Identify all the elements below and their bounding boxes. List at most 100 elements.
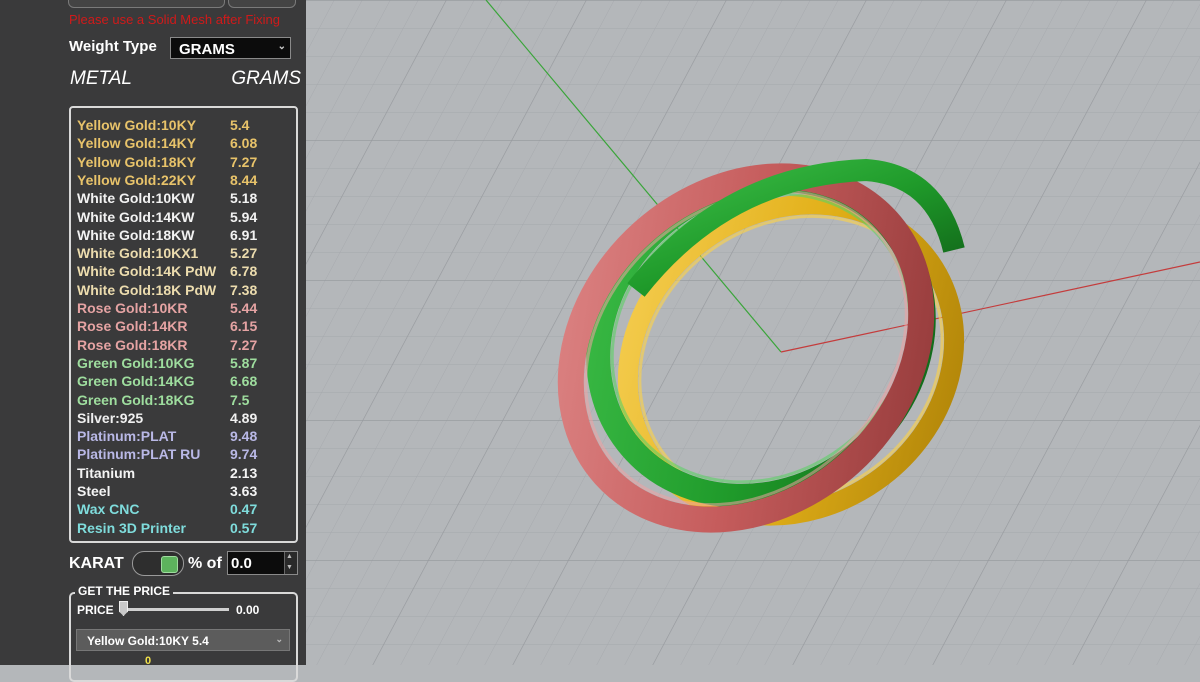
- spin-up-icon[interactable]: ▲: [286, 553, 293, 560]
- metal-row[interactable]: White Gold:10KX1 5.27: [77, 245, 292, 263]
- metal-grams: 5.94: [230, 208, 258, 225]
- grams-column-header: GRAMS: [231, 68, 301, 89]
- metal-row[interactable]: Silver:925 4.89: [77, 410, 292, 428]
- metal-grams: 6.78: [230, 263, 258, 280]
- spin-down-icon[interactable]: ▼: [286, 564, 293, 571]
- metal-row[interactable]: Wax CNC 0.47: [77, 501, 292, 519]
- metal-row[interactable]: Green Gold:14KG 6.68: [77, 373, 292, 391]
- metal-grams: 5.4: [230, 117, 250, 133]
- metal-row[interactable]: Resin 3D Printer 0.57: [77, 520, 292, 538]
- metal-row[interactable]: White Gold:18K PdW 7.38: [77, 282, 292, 300]
- metal-name: Green Gold:10KG: [77, 354, 195, 371]
- metal-row[interactable]: White Gold:18KW 6.91: [77, 227, 292, 245]
- metal-name: Green Gold:18KG: [77, 391, 195, 408]
- metal-grams: 5.18: [230, 190, 258, 207]
- metal-grams: 5.27: [230, 245, 258, 262]
- metal-grams: 9.48: [230, 428, 258, 445]
- metal-select[interactable]: Yellow Gold:10KY 5.4 ⌄: [76, 629, 290, 651]
- metal-grams: 6.08: [230, 135, 258, 152]
- metal-row[interactable]: Green Gold:18KG 7.5: [77, 392, 292, 410]
- metal-row[interactable]: Rose Gold:14KR 6.15: [77, 318, 292, 336]
- metal-row[interactable]: Yellow Gold:14KY 6.08: [77, 135, 292, 153]
- viewport-canvas: [306, 0, 1200, 665]
- metal-row[interactable]: Steel 3.63: [77, 483, 292, 501]
- metal-name: Yellow Gold:18KY: [77, 153, 197, 170]
- metal-row[interactable]: Rose Gold:18KR 7.27: [77, 337, 292, 355]
- metal-name: Rose Gold:10KR: [77, 300, 188, 316]
- metal-grams: 0.57: [230, 519, 258, 536]
- metal-row[interactable]: Rose Gold:10KR 5.44: [77, 300, 292, 318]
- metal-name: Yellow Gold:22KY: [77, 171, 197, 188]
- karat-toggle[interactable]: [132, 551, 184, 576]
- 3d-viewport[interactable]: [306, 0, 1200, 665]
- metal-column-header: METAL: [70, 68, 132, 89]
- metal-grams: 8.44: [230, 171, 258, 188]
- metal-name: White Gold:10KX1: [77, 245, 199, 262]
- panel-top-button-2[interactable]: [228, 0, 296, 8]
- metal-grams: 7.27: [230, 336, 258, 353]
- metal-grams: 6.68: [230, 373, 258, 390]
- metal-grams: 7.38: [230, 281, 258, 298]
- top-button-row: [68, 0, 298, 8]
- metal-grams: 5.87: [230, 354, 258, 371]
- metal-grams: 6.15: [230, 318, 258, 335]
- metal-row[interactable]: Green Gold:10KG 5.87: [77, 355, 292, 373]
- metal-row[interactable]: Titanium 2.13: [77, 465, 292, 483]
- metal-name: Titanium: [77, 464, 136, 481]
- metal-row[interactable]: Yellow Gold:18KY 7.27: [77, 154, 292, 172]
- metal-name: Yellow Gold:10KY: [77, 117, 197, 133]
- weight-type-value: GRAMS: [179, 41, 235, 58]
- weight-type-label: Weight Type: [69, 38, 157, 55]
- metal-weight-list[interactable]: Yellow Gold:10KY 5.4 Yellow Gold:14KY 6.08 Y…: [69, 106, 298, 543]
- price-label: PRICE: [77, 603, 114, 617]
- metal-row[interactable]: Platinum:PLAT 9.48: [77, 428, 292, 446]
- metal-name: Yellow Gold:14KY: [77, 135, 197, 152]
- metal-name: Platinum:PLAT RU: [77, 446, 201, 463]
- metal-grams: 6.91: [230, 226, 258, 243]
- price-value: 0.00: [236, 603, 260, 617]
- weight-type-select[interactable]: GRAMS ⌄: [170, 37, 291, 59]
- percent-of-label: % of: [188, 555, 222, 572]
- metal-name: Platinum:PLAT: [77, 428, 177, 445]
- chevron-down-icon: ⌄: [275, 634, 283, 644]
- metal-row[interactable]: White Gold:14KW 5.94: [77, 209, 292, 227]
- metal-row[interactable]: Yellow Gold:22KY 8.44: [77, 172, 292, 190]
- metal-name: Green Gold:14KG: [77, 373, 195, 390]
- metal-name: Resin 3D Printer: [77, 519, 186, 536]
- warning-text: Please use a Solid Mesh after Fixing: [69, 12, 280, 27]
- metal-grams: 4.89: [230, 409, 258, 426]
- metal-grams: 5.44: [230, 300, 258, 316]
- metal-grams: 7.27: [230, 153, 258, 170]
- metal-name: White Gold:14K PdW: [77, 263, 217, 280]
- metal-name: White Gold:10KW: [77, 190, 195, 207]
- metal-grams: 7.5: [230, 391, 250, 408]
- price-group-label: GET THE PRICE: [75, 584, 174, 598]
- metal-name: Steel: [77, 483, 111, 499]
- chevron-down-icon: ⌄: [277, 41, 286, 52]
- metal-name: White Gold:18K PdW: [77, 281, 217, 298]
- metal-name: Rose Gold:14KR: [77, 318, 188, 335]
- metal-grams: 9.74: [230, 446, 258, 463]
- percent-spinner[interactable]: ▲ ▼: [284, 552, 297, 574]
- metal-name: Silver:925: [77, 409, 144, 426]
- metal-grams: 3.63: [230, 483, 258, 499]
- metal-row[interactable]: Platinum:PLAT RU 9.74: [77, 446, 292, 464]
- metal-name: White Gold:18KW: [77, 226, 195, 243]
- metal-row[interactable]: Yellow Gold:10KY 5.4: [77, 117, 292, 135]
- metal-grams: 2.13: [230, 464, 258, 481]
- grid-major: [306, 0, 1200, 665]
- percent-value: 0.0: [231, 555, 252, 572]
- percent-input[interactable]: 0.0 ▲ ▼: [227, 551, 298, 575]
- weight-panel: Please use a Solid Mesh after Fixing Wei…: [0, 0, 307, 682]
- metal-select-value: Yellow Gold:10KY 5.4: [87, 634, 209, 648]
- metal-row[interactable]: White Gold:14K PdW 6.78: [77, 263, 292, 281]
- toggle-knob: [161, 556, 178, 573]
- metal-row[interactable]: White Gold:10KW 5.18: [77, 190, 292, 208]
- metal-name: Rose Gold:18KR: [77, 336, 188, 353]
- bottom-number: 0: [145, 655, 152, 667]
- karat-label: KARAT: [69, 555, 124, 572]
- metal-name: Wax CNC: [77, 501, 140, 518]
- metal-grams: 0.47: [230, 501, 258, 518]
- panel-top-button-1[interactable]: [68, 0, 225, 8]
- price-slider-track[interactable]: [121, 608, 229, 611]
